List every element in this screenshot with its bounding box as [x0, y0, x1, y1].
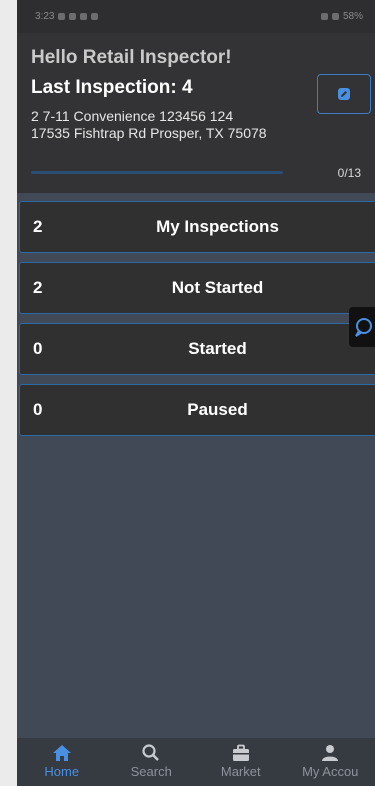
progress-text: 0/13	[337, 166, 361, 180]
notification-icon	[58, 13, 66, 20]
tab-my-account[interactable]: My Accou	[286, 744, 375, 779]
card-count: 0	[33, 339, 43, 358]
my-inspections-card[interactable]: 2 My Inspections	[19, 201, 375, 253]
store-name: 2 7-11 Convenience 123456 124	[31, 108, 234, 124]
last-inspection-text: Last Inspection: 4	[31, 77, 193, 98]
chat-button[interactable]	[349, 307, 375, 347]
greeting-text: Hello Retail Inspector!	[31, 47, 232, 68]
user-icon	[322, 745, 339, 761]
paused-card[interactable]: 0 Paused	[19, 384, 375, 436]
tab-label: Search	[130, 764, 172, 779]
search-icon	[142, 744, 160, 761]
status-time: 3:23	[35, 11, 55, 22]
card-title: My Inspections	[156, 217, 279, 236]
briefcase-icon	[232, 744, 249, 761]
started-card[interactable]: 0 Started	[19, 323, 375, 375]
tab-search[interactable]: Search	[107, 744, 197, 779]
inspection-progress: 0/13	[31, 166, 361, 180]
status-cards: 2 My Inspections 2 Not Started 0 Started…	[17, 193, 375, 436]
tab-market[interactable]: Market	[196, 744, 286, 779]
progress-track	[31, 171, 283, 174]
store-address: 17535 Fishtrap Rd Prosper, TX 75078	[31, 125, 267, 141]
card-title: Paused	[187, 400, 248, 419]
card-count: 2	[33, 217, 43, 236]
not-started-card[interactable]: 2 Not Started	[19, 262, 375, 314]
card-count: 0	[33, 400, 43, 419]
tab-home[interactable]: Home	[17, 744, 107, 779]
notification-icon	[91, 13, 99, 20]
card-title: Started	[188, 339, 247, 358]
phone-screen: 3:23 58% Hello Retail Inspector! Last In…	[17, 0, 375, 786]
tab-label: Market	[220, 764, 261, 779]
bottom-tab-bar: Home Search Market My Accou	[17, 738, 375, 786]
tab-label: My Accou	[302, 764, 359, 779]
wifi-icon	[331, 13, 339, 20]
home-icon	[52, 745, 71, 761]
edit-button[interactable]	[317, 74, 371, 114]
notification-icon	[69, 13, 77, 20]
signal-icon	[320, 13, 328, 20]
status-bar: 3:23 58%	[17, 0, 375, 33]
card-count: 2	[33, 278, 43, 297]
card-title: Not Started	[171, 278, 264, 297]
chat-icon	[355, 318, 372, 337]
tab-label: Home	[44, 764, 80, 779]
store-info: 2 7-11 Convenience 123456 124 17535 Fish…	[31, 108, 351, 142]
notification-icon	[80, 13, 88, 20]
battery-level: 58%	[342, 11, 363, 22]
edit-icon	[338, 88, 350, 100]
